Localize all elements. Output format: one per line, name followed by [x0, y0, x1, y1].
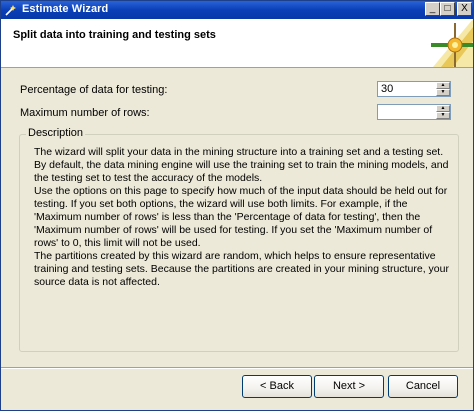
description-paragraph: The wizard will split your data in the m…: [34, 146, 449, 184]
spin-up-arrow-icon[interactable]: ▲: [436, 105, 450, 112]
percentage-spin-buttons: ▲ ▼: [436, 82, 450, 96]
max-rows-spinner[interactable]: ▲ ▼: [377, 104, 451, 120]
wizard-header: Split data into training and testing set…: [1, 19, 473, 68]
description-paragraph: Use the options on this page to specify …: [34, 185, 448, 249]
footer-divider: [1, 367, 473, 369]
description-legend: Description: [26, 127, 86, 139]
window-title: Estimate Wizard: [22, 3, 109, 15]
cancel-button[interactable]: Cancel: [388, 375, 458, 398]
estimate-wizard-window: Estimate Wizard _ □ X Split data into tr…: [0, 0, 474, 411]
percentage-testing-spinner[interactable]: 30 ▲ ▼: [377, 81, 451, 97]
max-rows-spin-buttons: ▲ ▼: [436, 105, 450, 119]
description-paragraph: The partitions created by this wizard ar…: [34, 250, 449, 288]
spin-down-arrow-icon[interactable]: ▼: [436, 112, 450, 119]
next-button[interactable]: Next >: [314, 375, 384, 398]
percentage-testing-label: Percentage of data for testing:: [20, 84, 168, 96]
page-title: Split data into training and testing set…: [13, 29, 216, 41]
description-text: The wizard will split your data in the m…: [34, 146, 450, 289]
spin-down-arrow-icon[interactable]: ▼: [436, 89, 450, 96]
wizard-banner-icon: [431, 19, 473, 67]
back-button[interactable]: < Back: [242, 375, 312, 398]
maximize-button[interactable]: □: [440, 2, 455, 16]
minimize-button[interactable]: _: [425, 2, 440, 16]
percentage-testing-value[interactable]: 30: [381, 83, 393, 95]
title-bar[interactable]: Estimate Wizard _ □ X: [1, 1, 473, 19]
wizard-app-icon: [5, 5, 16, 16]
max-rows-label: Maximum number of rows:: [20, 107, 150, 119]
spin-up-arrow-icon[interactable]: ▲: [436, 82, 450, 89]
close-button[interactable]: X: [457, 2, 472, 16]
